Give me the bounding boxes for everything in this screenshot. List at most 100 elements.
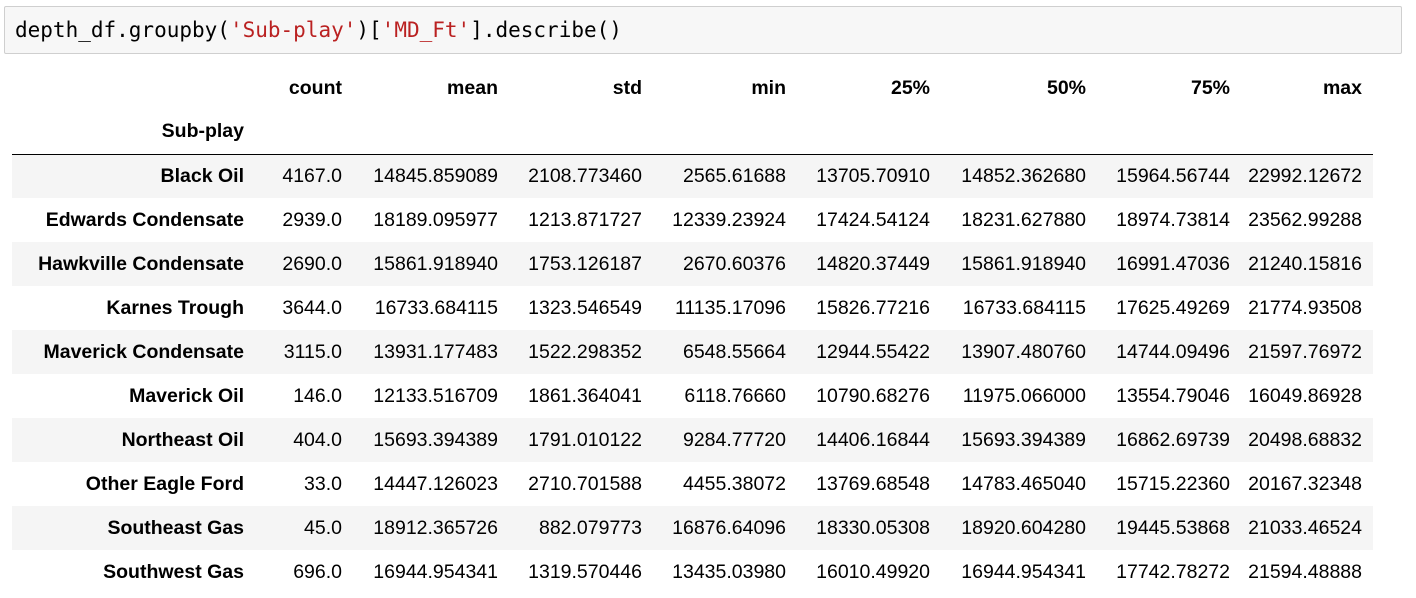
row-index-label: Maverick Oil (129, 384, 244, 407)
code-string-arg-mdft: 'MD_Ft' (381, 18, 471, 42)
table-cell: 1323.546549 (528, 296, 642, 319)
table-row: Karnes Trough 3644.0 16733.684115 1323.5465… (12, 286, 1373, 330)
table-row: Southwest Gas 696.0 16944.954341 1319.57044… (12, 550, 1373, 594)
table-cell: 2670.60376 (682, 252, 786, 275)
table-cell: 16944.954341 (961, 560, 1086, 583)
table-cell: 1522.298352 (528, 340, 642, 363)
table-cell: 16049.86928 (1248, 384, 1362, 407)
table-cell: 19445.53868 (1116, 516, 1230, 539)
table-cell: 9284.77720 (682, 428, 786, 451)
table-row: Edwards Condensate 2939.0 18189.095977 1213… (12, 198, 1373, 242)
code-prefix: depth_df.groupby( (15, 18, 230, 42)
column-header: min (751, 76, 786, 99)
table-cell: 1753.126187 (528, 252, 642, 275)
table-cell: 12133.516709 (373, 384, 498, 407)
table-row: Other Eagle Ford 33.0 14447.126023 2710.701… (12, 462, 1373, 506)
table-cell: 21240.15816 (1248, 252, 1362, 275)
row-index-label: Southwest Gas (103, 560, 244, 583)
row-index-label: Other Eagle Ford (85, 472, 244, 495)
table-cell: 15861.918940 (373, 252, 498, 275)
table-cell: 15693.394389 (961, 428, 1086, 451)
table-cell: 13435.03980 (672, 560, 786, 583)
table-row: Hawkville Condensate 2690.0 15861.918940 17… (12, 242, 1373, 286)
table-cell: 14744.09496 (1116, 340, 1230, 363)
code-middle: )[ (356, 18, 382, 42)
table-cell: 18189.095977 (373, 208, 498, 231)
table-cell: 2565.61688 (682, 164, 786, 187)
row-index-label: Black Oil (160, 164, 244, 187)
table-cell: 13907.480760 (961, 340, 1086, 363)
table-cell: 16944.954341 (373, 560, 498, 583)
table-cell: 4455.38072 (682, 472, 786, 495)
table-cell: 404.0 (293, 428, 342, 451)
table-cell: 13554.79046 (1116, 384, 1230, 407)
table-cell: 14406.16844 (816, 428, 930, 451)
table-cell: 18330.05308 (816, 516, 930, 539)
table-cell: 696.0 (293, 560, 342, 583)
table-cell: 18974.73814 (1116, 208, 1230, 231)
index-name: Sub-play (12, 110, 255, 155)
table-cell: 15715.22360 (1116, 472, 1230, 495)
code-suffix: ].describe() (470, 18, 622, 42)
table-cell: 15693.394389 (373, 428, 498, 451)
table-cell: 2710.701588 (528, 472, 642, 495)
table-cell: 2108.773460 (528, 164, 642, 187)
table-cell: 22992.12672 (1248, 164, 1362, 187)
table-cell: 16991.47036 (1116, 252, 1230, 275)
table-cell: 12944.55422 (816, 340, 930, 363)
code-string-arg-subplay: 'Sub-play' (229, 18, 357, 42)
table-cell: 13931.177483 (373, 340, 498, 363)
table-cell: 23562.99288 (1248, 208, 1362, 231)
row-index-label: Northeast Oil (121, 428, 244, 451)
row-index-label: Maverick Condensate (43, 340, 245, 363)
column-header-row: count mean std min 25% 50% 75% max (12, 66, 1373, 110)
table-cell: 13769.68548 (816, 472, 930, 495)
table-cell: 1213.871727 (528, 208, 642, 231)
table-cell: 20167.32348 (1248, 472, 1362, 495)
table-cell: 12339.23924 (672, 208, 786, 231)
table-cell: 14783.465040 (961, 472, 1086, 495)
table-cell: 11975.066000 (962, 384, 1086, 407)
table-cell: 2690.0 (282, 252, 342, 275)
table-cell: 6548.55664 (682, 340, 786, 363)
row-index-label: Southeast Gas (107, 516, 244, 539)
table-row: Maverick Oil 146.0 12133.516709 1861.364041… (12, 374, 1373, 418)
table-row: Maverick Condensate 3115.0 13931.177483 152… (12, 330, 1373, 374)
column-header: 75% (1190, 76, 1230, 99)
column-header: count (288, 76, 342, 99)
table-cell: 17625.49269 (1116, 296, 1230, 319)
table-cell: 4167.0 (282, 164, 342, 187)
table-cell: 14845.859089 (373, 164, 498, 187)
table-cell: 16876.64096 (672, 516, 786, 539)
table-cell: 18920.604280 (961, 516, 1086, 539)
table-cell: 20498.68832 (1248, 428, 1362, 451)
table-cell: 1791.010122 (528, 428, 642, 451)
table-cell: 16733.684115 (374, 296, 498, 319)
table-cell: 146.0 (293, 384, 342, 407)
table-cell: 14820.37449 (816, 252, 930, 275)
table-cell: 1861.364041 (528, 384, 642, 407)
table-cell: 14852.362680 (961, 164, 1086, 187)
table-cell: 15861.918940 (961, 252, 1086, 275)
table-cell: 2939.0 (282, 208, 342, 231)
column-header: std (612, 76, 642, 99)
table-cell: 21597.76972 (1248, 340, 1362, 363)
table-cell: 3644.0 (282, 296, 342, 319)
row-index-label: Edwards Condensate (45, 208, 244, 231)
row-index-label: Hawkville Condensate (38, 252, 244, 275)
table-cell: 6118.76660 (684, 384, 786, 407)
table-cell: 15964.56744 (1116, 164, 1230, 187)
table-cell: 17424.54124 (816, 208, 930, 231)
table-cell: 17742.78272 (1116, 560, 1230, 583)
table-cell: 45.0 (304, 516, 342, 539)
index-name-row: Sub-play (12, 110, 1373, 155)
table-cell: 33.0 (304, 472, 342, 495)
table-cell: 13705.70910 (816, 164, 930, 187)
code-input-cell[interactable]: depth_df.groupby('Sub-play')['MD_Ft'].de… (4, 6, 1402, 54)
table-cell: 3115.0 (283, 340, 342, 363)
column-header: max (1322, 76, 1362, 99)
table-cell: 18912.365726 (373, 516, 498, 539)
table-cell: 14447.126023 (373, 472, 498, 495)
table-cell: 1319.570446 (528, 560, 642, 583)
row-index-label: Karnes Trough (106, 296, 244, 319)
